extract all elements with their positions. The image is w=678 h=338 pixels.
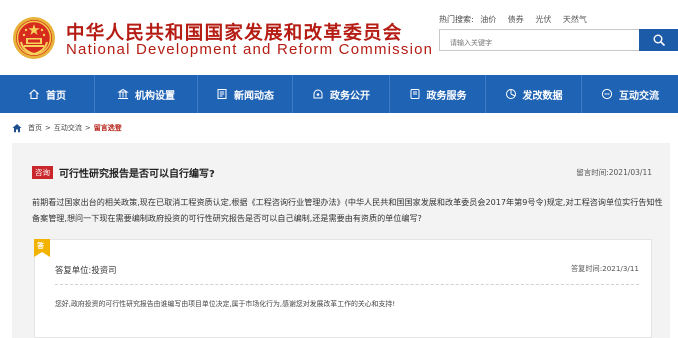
breadcrumb-link-interaction[interactable]: 互动交流 [54,123,82,133]
nav-item-data[interactable]: 发改数据 [486,75,582,113]
answer-body: 您好,政府投资的可行性研究报告由谁编写由项目单位决定,属于市场化行为,感谢您对发… [55,300,396,308]
nav-item-services[interactable]: 政务服务 [390,75,486,113]
answer-flag-label: 答 [37,242,44,250]
nav-item-interaction[interactable]: 互动交流 [582,75,678,113]
question-header: 咨询 可行性研究报告是否可以自行编写? 留言时间:2021/03/11 [32,164,652,180]
answer-divider [55,284,639,285]
site-header: 中华人民共和国国家发展和改革委员会 National Development a… [0,0,678,75]
breadcrumb-separator: > [45,124,51,132]
nav-item-news[interactable]: 新闻动态 [198,75,293,113]
question-title: 可行性研究报告是否可以自行编写? [59,168,215,180]
building-icon [117,88,129,100]
message-panel: 咨询 可行性研究报告是否可以自行编写? 留言时间:2021/03/11 前期看过… [12,143,670,338]
search-button[interactable] [639,29,678,51]
chat-icon [601,88,613,100]
home-icon [12,124,22,133]
search-icon [653,34,665,46]
nav-item-label: 发改数据 [522,90,563,102]
service-icon [409,88,421,100]
answer-time: 答复时间:2021/3/11 [570,264,639,273]
question-badge: 咨询 [32,165,53,179]
nav-item-organization[interactable]: 机构设置 [95,75,198,113]
nav-item-label: 政务服务 [426,90,467,102]
hot-search-term[interactable]: 债券 [508,15,524,24]
hot-search-label: 热门搜索: [439,15,474,24]
hot-search: 热门搜索: 油价 债券 光伏 天然气 [439,14,596,25]
nav-item-label: 互动交流 [619,90,659,102]
open-affairs-icon [312,88,324,100]
news-icon [216,88,228,100]
site-title-en: National Development and Reform Commissi… [66,41,434,58]
nav-item-label: 政务公开 [330,90,370,102]
question-time: 留言时间:2021/03/11 [576,168,652,177]
hot-search-term[interactable]: 天然气 [563,15,587,24]
main-nav: 首页 机构设置 新闻动态 政务公开 政务服务 发改数据 互动交流 [0,75,678,113]
nav-item-label: 机构设置 [135,90,175,102]
breadcrumb-link-home[interactable]: 首页 [28,123,42,133]
hot-search-term[interactable]: 光伏 [535,15,551,24]
home-icon [28,88,40,100]
breadcrumb-separator: > [84,124,91,132]
nav-item-home[interactable]: 首页 [0,75,95,113]
question-body: 前期看过国家出台的相关政策,现在已取消工程资质认定,根据《工程咨询行业管理办法》… [32,197,663,223]
breadcrumb-current: 留言选登 [93,124,122,132]
answer-card: 答 答复单位:投资司 答复时间:2021/3/11 您好,政府投资的可行性研究报… [34,239,652,338]
nav-item-label: 首页 [46,90,66,102]
national-emblem-icon[interactable] [12,16,56,60]
search-box [439,29,639,53]
hot-search-term[interactable]: 油价 [480,15,496,24]
data-chart-icon [505,88,517,100]
answer-unit: 答复单位:投资司 [55,265,117,275]
search-input[interactable] [440,33,639,53]
page: 中华人民共和国国家发展和改革委员会 National Development a… [0,0,678,338]
nav-item-label: 新闻动态 [234,90,274,102]
breadcrumb: 首页 > 互动交流 > 留言选登 [12,121,122,135]
nav-item-open-affairs[interactable]: 政务公开 [293,75,390,113]
